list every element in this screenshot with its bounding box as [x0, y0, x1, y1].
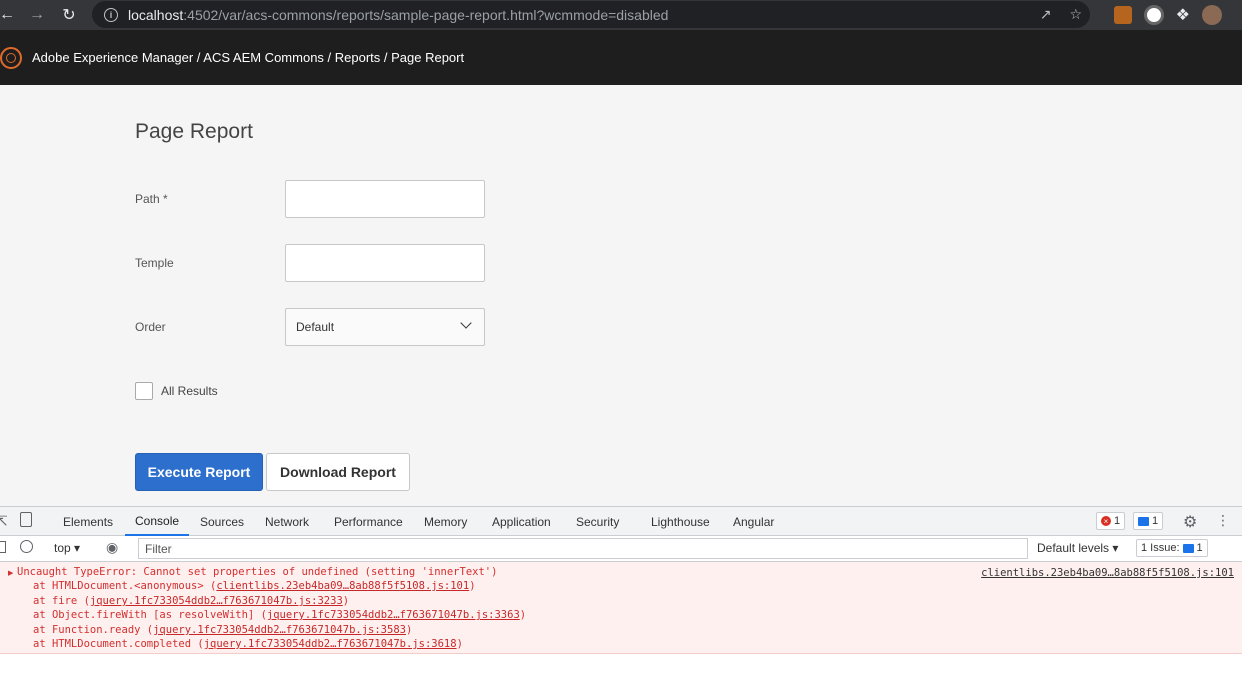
filter-input[interactable]: Filter [138, 538, 1028, 559]
stack-frame: at HTMLDocument.<anonymous> (clientlibs.… [33, 580, 476, 592]
tab-security[interactable]: Security [576, 507, 619, 536]
all-results-checkbox[interactable] [135, 382, 153, 400]
stack-link[interactable]: jquery.1fc733054ddb2…f763671047b.js:3363 [267, 609, 520, 621]
tab-sources[interactable]: Sources [200, 507, 244, 536]
error-count-badge[interactable]: × 1 [1096, 512, 1126, 530]
inspect-icon[interactable]: ⇱ [0, 513, 8, 530]
stack-link[interactable]: jquery.1fc733054ddb2…f763671047b.js:3618 [204, 638, 457, 650]
issues-badge[interactable]: 1 Issue: 1 [1136, 539, 1208, 557]
message-count: 1 [1152, 515, 1159, 527]
stack-frame: at HTMLDocument.completed (jquery.1fc733… [33, 638, 463, 650]
download-report-button[interactable]: Download Report [266, 453, 410, 491]
message-count-badge[interactable]: 1 [1133, 512, 1164, 530]
reload-icon[interactable]: ↻ [56, 2, 82, 28]
site-info-icon[interactable]: i [104, 7, 118, 22]
message-icon [1138, 516, 1149, 526]
aem-header: Adobe Experience Manager / ACS AEM Commo… [0, 30, 1242, 85]
expand-triangle-icon[interactable]: ▶ [8, 569, 13, 577]
all-results-label: All Results [161, 384, 218, 398]
bookmark-star-icon[interactable]: ☆ [1069, 6, 1082, 23]
sidebar-toggle-icon[interactable] [0, 541, 6, 553]
message-icon [1182, 543, 1194, 553]
error-count: 1 [1114, 515, 1121, 527]
path-label: Path * [135, 192, 168, 206]
page-title: Page Report [135, 120, 253, 143]
avatar[interactable] [1202, 5, 1222, 25]
forward-icon[interactable]: → [24, 2, 50, 28]
context-select[interactable]: top ▾ [54, 541, 80, 555]
tab-application[interactable]: Application [492, 507, 551, 536]
order-label: Order [135, 320, 166, 334]
stack-frame: at Object.fireWith [as resolveWith] (jqu… [33, 609, 527, 621]
tab-performance[interactable]: Performance [334, 507, 403, 536]
error-source-link[interactable]: clientlibs.23eb4ba09…8ab88f5f5108.js:101 [981, 567, 1234, 579]
template-input[interactable] [285, 244, 485, 282]
stack-link[interactable]: clientlibs.23eb4ba09…8ab88f5f5108.js:101 [216, 580, 469, 592]
stack-link[interactable]: jquery.1fc733054ddb2…f763671047b.js:3583 [153, 624, 406, 636]
tab-memory[interactable]: Memory [424, 507, 467, 536]
clear-console-icon[interactable] [20, 540, 33, 553]
issues-count: 1 [1196, 542, 1203, 554]
devtools-tabbar: ⇱ Elements Console Sources Network Perfo… [0, 507, 1242, 536]
more-options-icon[interactable]: ⋮ [1216, 512, 1230, 529]
order-select-value: Default [296, 320, 335, 334]
tab-console[interactable]: Console [125, 507, 190, 536]
tab-angular[interactable]: Angular [733, 507, 774, 536]
chevron-down-icon [460, 317, 472, 329]
template-label: Temple [135, 256, 174, 270]
device-toolbar-icon[interactable] [20, 512, 32, 527]
tab-elements[interactable]: Elements [63, 507, 113, 536]
devtools-panel: ⇱ Elements Console Sources Network Perfo… [0, 506, 1242, 675]
error-icon: × [1101, 516, 1111, 526]
url-text: localhost:4502/var/acs-commons/reports/s… [128, 6, 669, 23]
error-message: Uncaught TypeError: Cannot set propertie… [17, 566, 498, 578]
gear-icon[interactable]: ⚙ [1183, 512, 1197, 532]
address-bar[interactable]: i localhost:4502/var/acs-commons/reports… [92, 1, 1090, 28]
extension-icon[interactable] [1113, 6, 1132, 24]
issues-label: 1 Issue: [1141, 542, 1180, 554]
console-toolbar: top ▾ ◉ Filter Default levels ▾ 1 Issue:… [0, 536, 1242, 562]
back-icon[interactable]: ← [0, 2, 20, 28]
browser-toolbar: ← → ↻ i localhost:4502/var/acs-commons/r… [0, 0, 1242, 30]
puzzle-icon[interactable]: ❖ [1176, 5, 1190, 25]
extension-icon[interactable] [1143, 5, 1164, 25]
stack-frame: at Function.ready (jquery.1fc733054ddb2…… [33, 624, 413, 636]
stack-link[interactable]: jquery.1fc733054ddb2…f763671047b.js:3233 [90, 595, 343, 607]
log-levels-select[interactable]: Default levels ▾ [1037, 541, 1118, 555]
console-error-entry: ▶ Uncaught TypeError: Cannot set propert… [0, 562, 1242, 654]
aem-logo-icon[interactable] [0, 46, 22, 69]
stack-frame: at fire (jquery.1fc733054ddb2…f763671047… [33, 595, 350, 607]
tab-network[interactable]: Network [265, 507, 309, 536]
share-icon[interactable]: ↗ [1040, 6, 1052, 23]
breadcrumb: Adobe Experience Manager / ACS AEM Commo… [32, 50, 465, 65]
report-form: Page Report Path * Temple Order Default … [0, 85, 1242, 506]
tab-lighthouse[interactable]: Lighthouse [651, 507, 710, 536]
execute-report-button[interactable]: Execute Report [135, 453, 263, 491]
eye-icon[interactable]: ◉ [106, 539, 118, 556]
order-select[interactable]: Default [285, 308, 485, 346]
path-input[interactable] [285, 180, 485, 218]
